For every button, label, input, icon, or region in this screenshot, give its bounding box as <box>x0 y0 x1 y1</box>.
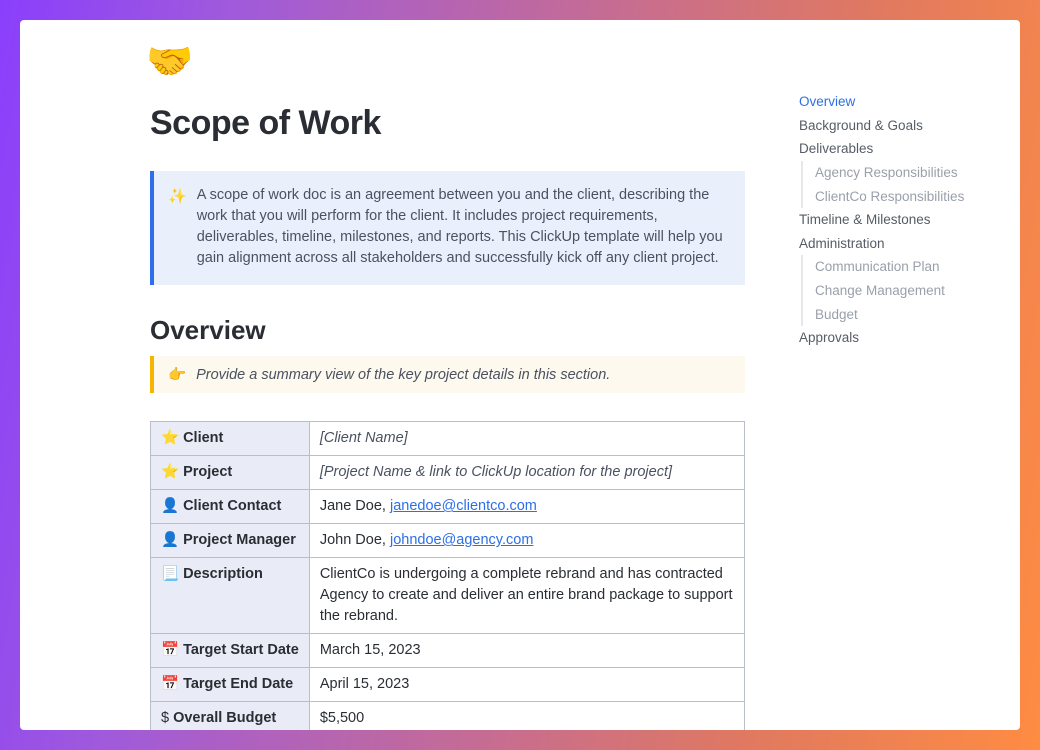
table-row: 👤Project Manager John Doe, johndoe@agenc… <box>151 524 745 558</box>
page-icon: 📃 <box>161 566 179 582</box>
row-label: Overall Budget <box>173 710 276 726</box>
pm-email-link[interactable]: johndoe@agency.com <box>390 532 533 548</box>
overview-table: ⭐Client [Client Name] ⭐Project [Project … <box>150 421 745 730</box>
toc-item-overview[interactable]: Overview <box>799 90 1000 114</box>
toc-item-communication-plan[interactable]: Communication Plan <box>815 255 1000 279</box>
intro-callout-text: A scope of work doc is an agreement betw… <box>197 185 727 269</box>
toc-item-change-management[interactable]: Change Management <box>815 279 1000 303</box>
toc-item-administration[interactable]: Administration <box>799 232 1000 256</box>
row-label: Project <box>183 464 232 480</box>
overview-heading: Overview <box>150 315 745 346</box>
row-label: Target End Date <box>183 676 293 692</box>
client-contact-name: Jane Doe, <box>320 498 390 514</box>
table-of-contents: Overview Background & Goals Deliverables… <box>785 20 1020 730</box>
person-icon: 👤 <box>161 532 179 548</box>
description-value[interactable]: ClientCo is undergoing a complete rebran… <box>320 566 733 624</box>
toc-item-approvals[interactable]: Approvals <box>799 326 1000 350</box>
table-row: 📅Target Start Date March 15, 2023 <box>151 634 745 668</box>
document-card: 🤝 Scope of Work ✨ A scope of work doc is… <box>20 20 1020 730</box>
calendar-icon: 📅 <box>161 642 179 658</box>
document-main: 🤝 Scope of Work ✨ A scope of work doc is… <box>20 20 785 730</box>
intro-callout: ✨ A scope of work doc is an agreement be… <box>150 171 745 285</box>
row-label: Project Manager <box>183 532 296 548</box>
toc-item-deliverables[interactable]: Deliverables <box>799 137 1000 161</box>
client-value[interactable]: [Client Name] <box>320 430 408 446</box>
star-icon: ⭐ <box>161 464 179 480</box>
table-row: $Overall Budget $5,500 <box>151 702 745 730</box>
pointing-icon: 👉 <box>168 366 186 383</box>
table-row: ⭐Client [Client Name] <box>151 422 745 456</box>
toc-item-budget[interactable]: Budget <box>815 303 1000 327</box>
row-label: Target Start Date <box>183 642 299 658</box>
overview-hint-text: Provide a summary view of the key projec… <box>196 367 610 383</box>
client-contact-email-link[interactable]: janedoe@clientco.com <box>390 498 537 514</box>
page-emoji-icon: 🤝 <box>146 40 745 84</box>
calendar-icon: 📅 <box>161 676 179 692</box>
row-label: Client Contact <box>183 498 281 514</box>
table-row: ⭐Project [Project Name & link to ClickUp… <box>151 456 745 490</box>
end-date-value[interactable]: April 15, 2023 <box>320 676 409 692</box>
table-row: 📅Target End Date April 15, 2023 <box>151 668 745 702</box>
toc-item-timeline[interactable]: Timeline & Milestones <box>799 208 1000 232</box>
budget-value[interactable]: $5,500 <box>320 710 364 726</box>
toc-item-agency-responsibilities[interactable]: Agency Responsibilities <box>815 161 1000 185</box>
table-row: 👤Client Contact Jane Doe, janedoe@client… <box>151 490 745 524</box>
pm-name: John Doe, <box>320 532 390 548</box>
sparkle-icon: ✨ <box>168 186 187 208</box>
row-label: Client <box>183 430 223 446</box>
project-value[interactable]: [Project Name & link to ClickUp location… <box>320 464 672 480</box>
overview-hint: 👉 Provide a summary view of the key proj… <box>150 356 745 393</box>
dollar-icon: $ <box>161 710 169 726</box>
page-title: Scope of Work <box>150 104 745 143</box>
start-date-value[interactable]: March 15, 2023 <box>320 642 421 658</box>
toc-item-clientco-responsibilities[interactable]: ClientCo Responsibilities <box>815 185 1000 209</box>
star-icon: ⭐ <box>161 430 179 446</box>
table-row: 📃Description ClientCo is undergoing a co… <box>151 558 745 634</box>
toc-item-background[interactable]: Background & Goals <box>799 114 1000 138</box>
person-icon: 👤 <box>161 498 179 514</box>
row-label: Description <box>183 566 263 582</box>
